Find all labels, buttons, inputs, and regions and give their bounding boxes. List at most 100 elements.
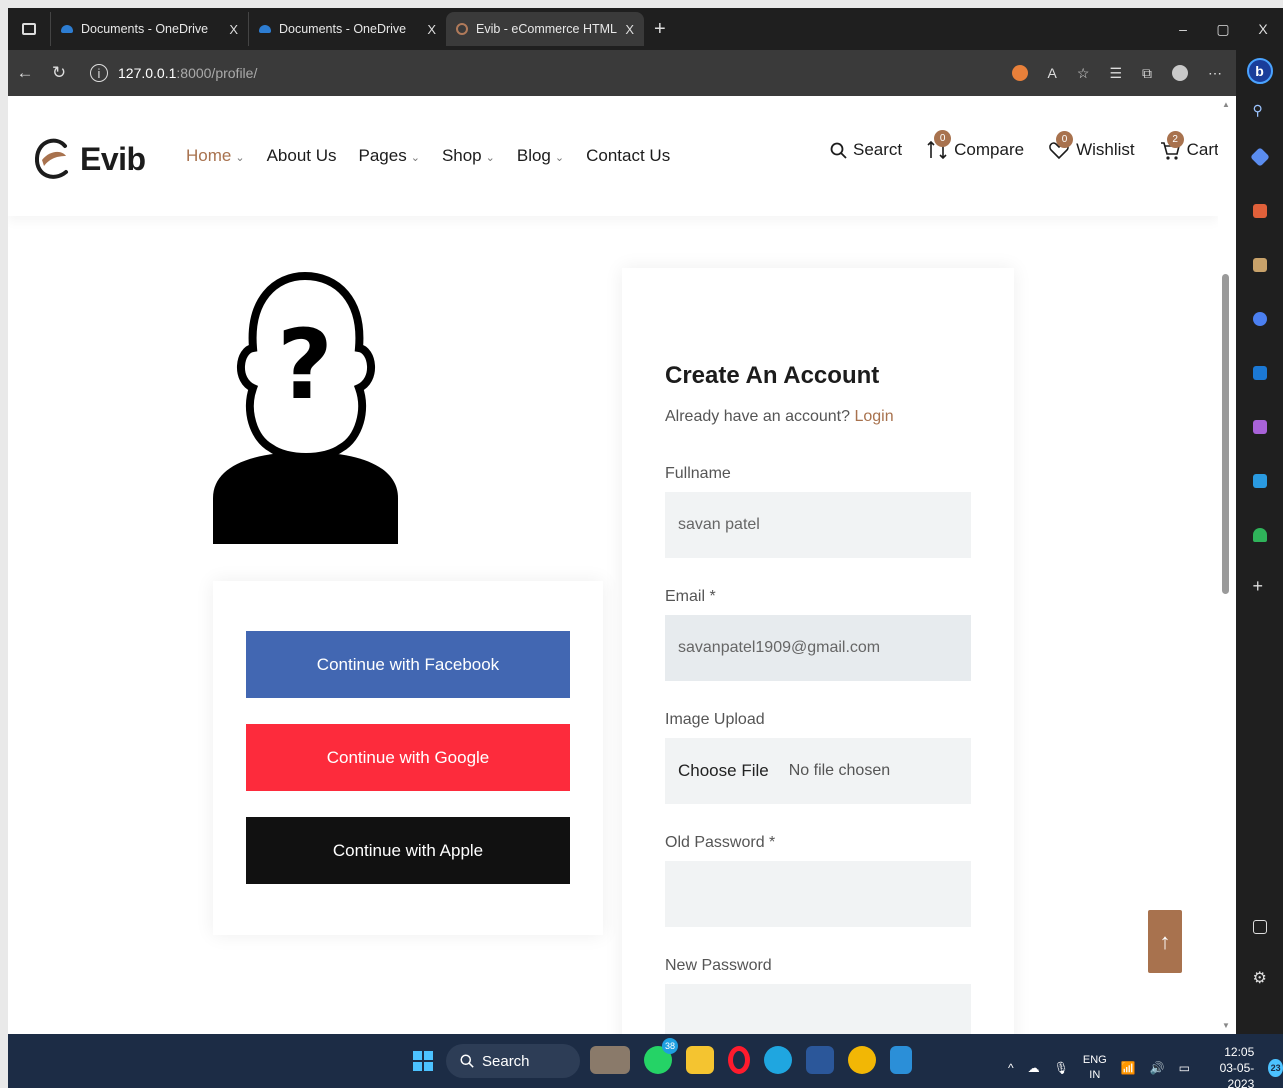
- sidebar-settings-icon[interactable]: ⚙: [1253, 968, 1267, 987]
- new-password-field[interactable]: [665, 984, 971, 1034]
- sidebar-games-icon[interactable]: [1252, 258, 1267, 272]
- taskbar-word-icon[interactable]: [806, 1046, 834, 1074]
- language-indicator[interactable]: ENG IN: [1083, 1053, 1107, 1083]
- taskbar-whatsapp-icon[interactable]: 38: [644, 1038, 678, 1074]
- nav-label: Pages: [358, 146, 407, 165]
- continue-apple-button[interactable]: Continue with Apple: [246, 817, 570, 884]
- email-value: savanpatel1909@gmail.com: [678, 639, 881, 656]
- scroll-to-top-button[interactable]: ↑: [1148, 910, 1182, 973]
- search-icon: [460, 1054, 474, 1068]
- nav-item-contact-us[interactable]: Contact Us: [586, 146, 670, 166]
- restore-button[interactable]: ▢: [1203, 21, 1243, 38]
- sidebar-outlook-icon[interactable]: [1252, 366, 1267, 380]
- nav-label: Blog: [516, 146, 551, 165]
- nav-item-about-us[interactable]: About Us: [267, 146, 337, 166]
- nav-item-pages[interactable]: Pages ⌄: [359, 146, 420, 166]
- notification-badge[interactable]: 23: [1268, 1059, 1283, 1077]
- site-header: Evib Home ⌄ About Us Pages ⌄ Shop ⌄ Blog ⌄ C…: [8, 96, 1218, 216]
- volume-icon[interactable]: 🔊: [1150, 1061, 1165, 1075]
- favorite-star-icon[interactable]: ☆: [1077, 65, 1090, 82]
- windows-start-icon[interactable]: [413, 1051, 433, 1071]
- nav-item-shop[interactable]: Shop ⌄: [442, 146, 495, 166]
- profile-avatar-icon[interactable]: [1172, 65, 1188, 81]
- taskbar-search[interactable]: Search: [446, 1044, 580, 1078]
- back-arrow-icon[interactable]: ←: [8, 63, 42, 83]
- scroll-up-icon[interactable]: ▲: [1222, 100, 1230, 109]
- sidebar-telegram-icon[interactable]: [1252, 474, 1267, 488]
- onedrive-icon: [259, 25, 271, 33]
- image-upload-label: Image Upload: [665, 711, 765, 728]
- search-label: Searct: [853, 140, 903, 159]
- sidebar-tools-icon[interactable]: [1252, 204, 1267, 218]
- continue-facebook-button[interactable]: Continue with Facebook: [246, 631, 570, 698]
- fullname-field[interactable]: savan patel: [665, 492, 971, 558]
- search-button[interactable]: Searct: [830, 140, 902, 160]
- site-info-icon[interactable]: i: [90, 64, 108, 82]
- minimize-button[interactable]: –: [1163, 21, 1203, 37]
- image-upload-field[interactable]: Choose File No file chosen: [665, 738, 971, 804]
- wifi-icon[interactable]: 📶: [1121, 1061, 1136, 1075]
- microphone-icon[interactable]: 🎙: [1054, 1061, 1069, 1075]
- new-tab-button[interactable]: +: [654, 18, 666, 41]
- battery-icon[interactable]: ▭: [1179, 1061, 1190, 1075]
- tab-evib[interactable]: Evib - eCommerce HTML Templa X: [446, 12, 644, 46]
- close-window-button[interactable]: X: [1243, 21, 1283, 37]
- tab-title: Documents - OneDrive: [81, 22, 209, 36]
- nav-label: Home: [186, 146, 232, 165]
- login-link[interactable]: Login: [854, 408, 893, 425]
- site-logo[interactable]: Evib: [32, 134, 146, 184]
- taskbar-chrome-icon[interactable]: [848, 1046, 876, 1074]
- taskbar-vscode-icon[interactable]: [890, 1046, 912, 1074]
- sidebar-tree-icon[interactable]: [1252, 528, 1267, 542]
- page-scrollbar[interactable]: ▲ ▼: [1218, 96, 1236, 1034]
- copilot-icon[interactable]: b: [1246, 58, 1273, 84]
- tab-actions-icon[interactable]: [22, 23, 36, 35]
- tab-onedrive-1[interactable]: Documents - OneDrive X: [50, 12, 248, 46]
- arrow-up-icon: ↑: [1159, 928, 1171, 954]
- search-icon: [830, 142, 847, 159]
- scrollbar-thumb[interactable]: [1222, 274, 1229, 594]
- tab-close-button[interactable]: X: [427, 22, 436, 37]
- email-field[interactable]: savanpatel1909@gmail.com: [665, 615, 971, 681]
- extension-icon[interactable]: [1011, 65, 1028, 81]
- subtitle-text: Already have an account?: [665, 408, 851, 425]
- sidebar-search-icon[interactable]: ⚲: [1253, 102, 1267, 118]
- onedrive-tray-icon[interactable]: ☁: [1028, 1061, 1040, 1075]
- favorites-icon[interactable]: ☰: [1109, 65, 1122, 82]
- scroll-down-icon[interactable]: ▼: [1222, 1021, 1230, 1030]
- sidebar-designer-icon[interactable]: [1252, 420, 1267, 434]
- tray-chevron-up-icon[interactable]: ^: [1008, 1061, 1014, 1075]
- taskbar-opera-icon[interactable]: [728, 1046, 750, 1074]
- refresh-icon[interactable]: ↻: [42, 63, 76, 83]
- taskbar-edge-icon[interactable]: [764, 1046, 792, 1074]
- cart-button[interactable]: 2 Cart: [1159, 131, 1218, 161]
- tab-close-button[interactable]: X: [229, 22, 238, 37]
- wishlist-button[interactable]: 0 Wishlist: [1048, 131, 1135, 161]
- continue-google-button[interactable]: Continue with Google: [246, 724, 570, 791]
- url-field[interactable]: 127.0.0.1:8000/profile/: [118, 65, 257, 81]
- nav-item-home[interactable]: Home ⌄: [186, 146, 245, 166]
- taskbar-clock[interactable]: 12:05 03-05-2023: [1204, 1044, 1255, 1088]
- web-page: Evib Home ⌄ About Us Pages ⌄ Shop ⌄ Blog ⌄ C…: [8, 96, 1218, 1034]
- account-form-card: Create An Account Already have an accoun…: [622, 268, 1014, 1034]
- collections-icon[interactable]: ⧉: [1142, 65, 1152, 82]
- wishlist-label: Wishlist: [1076, 140, 1135, 159]
- choose-file-button[interactable]: Choose File: [678, 761, 769, 781]
- taskbar-file-explorer-icon[interactable]: [686, 1046, 714, 1074]
- sidebar-m365-icon[interactable]: [1252, 312, 1267, 326]
- more-menu-icon[interactable]: ⋯: [1208, 65, 1222, 82]
- compare-button[interactable]: 0 Compare: [926, 130, 1024, 162]
- taskbar-app-koala-icon[interactable]: [590, 1046, 630, 1074]
- window-controls: – ▢ X: [1163, 8, 1283, 50]
- tab-onedrive-2[interactable]: Documents - OneDrive X: [248, 12, 446, 46]
- read-aloud-icon[interactable]: A: [1048, 65, 1057, 81]
- cart-count-badge: 2: [1166, 131, 1184, 148]
- tab-close-button[interactable]: X: [625, 22, 634, 37]
- sidebar-layout-icon[interactable]: [1252, 920, 1267, 934]
- header-actions: Searct 0 Compare 0 Wishlist 2 Cart: [830, 130, 1218, 162]
- sidebar-tag-icon[interactable]: [1249, 147, 1270, 167]
- chevron-down-icon: ⌄: [554, 152, 565, 164]
- old-password-field[interactable]: [665, 861, 971, 927]
- sidebar-add-icon[interactable]: +: [1253, 576, 1267, 596]
- nav-item-blog[interactable]: Blog ⌄: [517, 146, 564, 166]
